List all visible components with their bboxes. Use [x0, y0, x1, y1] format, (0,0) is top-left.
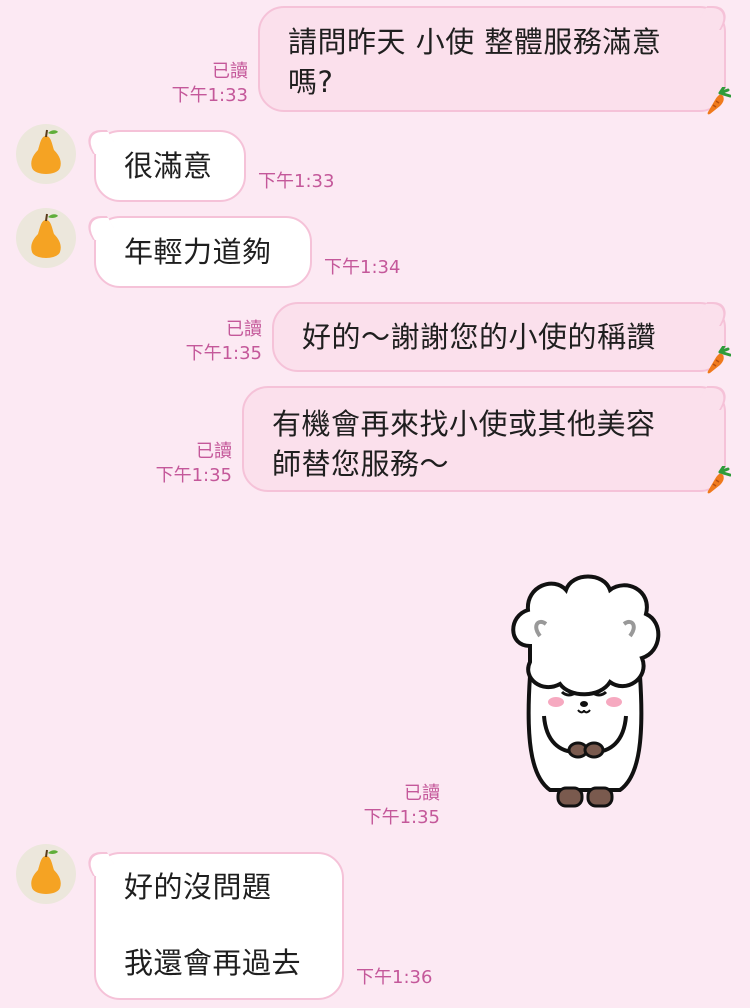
message-bubble[interactable]: 年輕力道夠 — [94, 216, 312, 288]
pear-avatar-icon[interactable] — [16, 844, 76, 904]
carrot-icon — [705, 346, 731, 374]
read-status: 已讀 — [226, 319, 262, 340]
message-meta: 已讀 下午1:33 — [140, 60, 248, 108]
message-meta: 已讀 下午1:35 — [152, 318, 262, 366]
carrot-icon — [705, 466, 731, 494]
timestamp: 下午1:33 — [258, 171, 335, 192]
timestamp: 下午1:36 — [356, 967, 433, 988]
message-bubble[interactable]: 很滿意 — [94, 130, 246, 202]
message-bubble[interactable]: 好的沒問題 我還會再過去 — [94, 852, 344, 1000]
message-meta: 已讀 下午1:35 — [330, 782, 440, 830]
message-bubble[interactable]: 好的～謝謝您的小使的稱讚 — [272, 302, 726, 372]
read-status: 已讀 — [196, 441, 232, 462]
timestamp: 下午1:35 — [155, 465, 232, 486]
read-status: 已讀 — [212, 61, 248, 82]
timestamp: 下午1:35 — [363, 807, 440, 828]
bowing-sheep-sticker[interactable] — [500, 566, 670, 822]
timestamp: 下午1:35 — [185, 343, 262, 364]
carrot-icon — [705, 87, 731, 115]
message-bubble[interactable]: 有機會再來找小使或其他美容 師替您服務～ — [242, 386, 726, 492]
pear-avatar-icon[interactable] — [16, 124, 76, 184]
message-bubble[interactable]: 請問昨天 小使 整體服務滿意 嗎? — [258, 6, 726, 112]
pear-avatar-icon[interactable] — [16, 208, 76, 268]
timestamp: 下午1:33 — [171, 85, 248, 106]
message-meta: 已讀 下午1:35 — [122, 440, 232, 488]
timestamp: 下午1:34 — [324, 257, 401, 278]
read-status: 已讀 — [404, 783, 440, 804]
